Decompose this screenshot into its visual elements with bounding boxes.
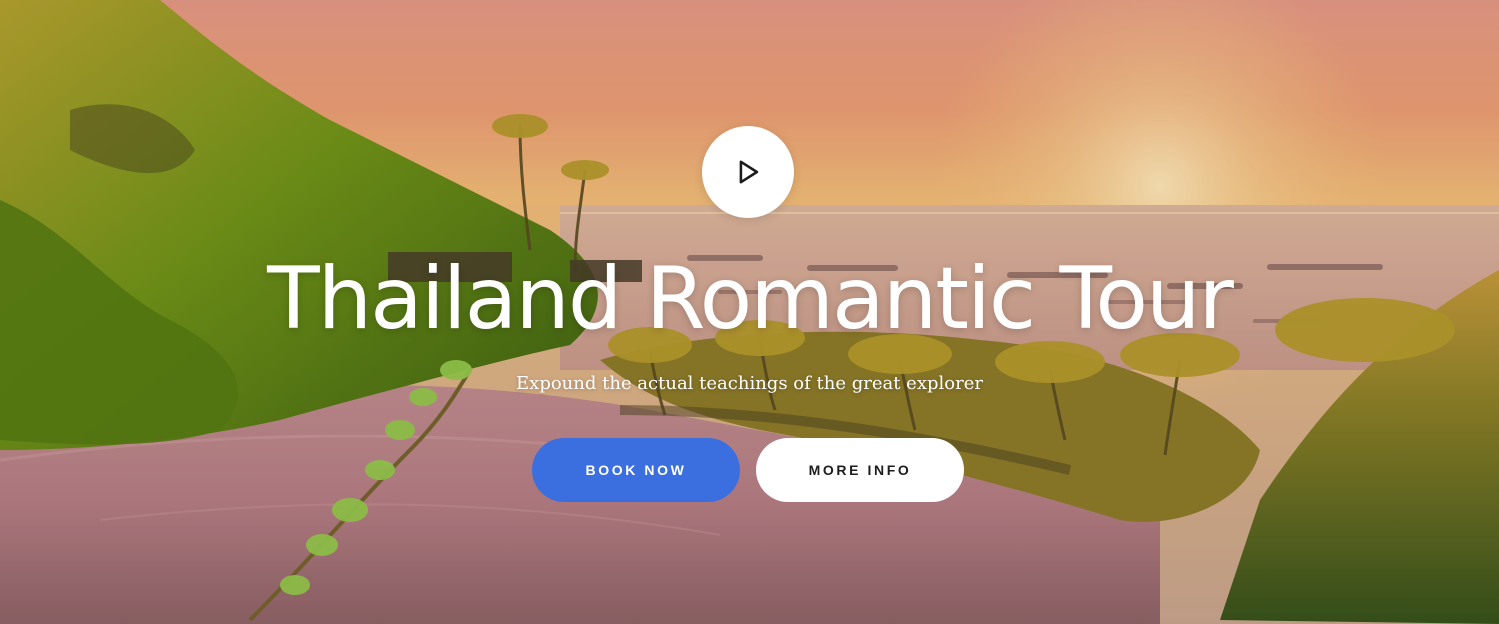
play-video-button[interactable] [702, 126, 794, 218]
hero-content: Thailand Romantic Tour Expound the actua… [0, 0, 1499, 624]
more-info-button[interactable]: MORE INFO [756, 438, 964, 502]
hero-subtitle: Expound the actual teachings of the grea… [516, 373, 983, 394]
hero-section: Thailand Romantic Tour Expound the actua… [0, 0, 1499, 624]
book-now-button[interactable]: BOOK NOW [532, 438, 740, 502]
book-now-label: BOOK NOW [585, 462, 687, 478]
hero-title: Thailand Romantic Tour [267, 249, 1234, 349]
more-info-label: MORE INFO [808, 462, 912, 478]
play-icon [739, 160, 759, 184]
